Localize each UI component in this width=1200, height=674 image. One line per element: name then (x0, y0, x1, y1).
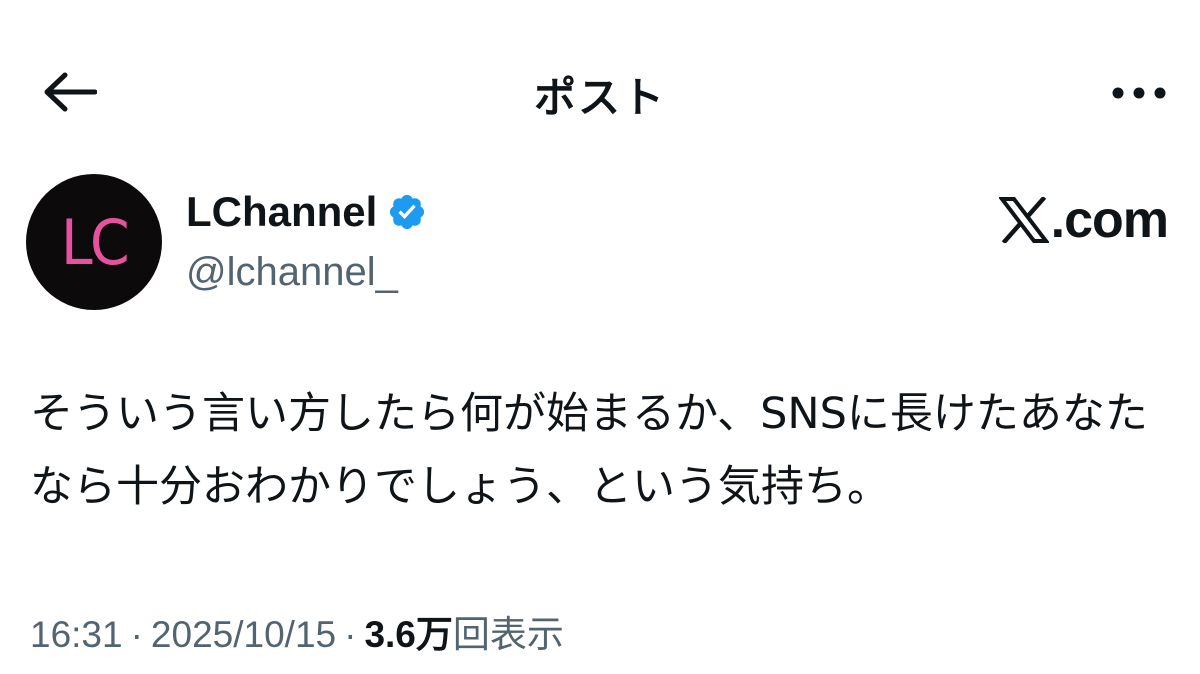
watermark-text: .com (1050, 191, 1169, 249)
verified-badge-icon (390, 194, 425, 230)
name-row: LChannel (186, 188, 427, 236)
views-label: 回表示 (452, 614, 564, 655)
x-logo-icon (998, 197, 1049, 243)
more-horizontal-icon (1112, 87, 1166, 99)
meta-separator: · (344, 614, 357, 655)
post-text: そういう言い方したら何が始まるか、SNSに長けたあなたなら十分おわかりでしょう、… (30, 389, 1148, 512)
top-bar: ポスト (0, 40, 1200, 140)
post-metadata: 16:31 · 2025/10/15 · 3.6万回表示 (30, 604, 564, 658)
avatar-initials: LC (60, 205, 130, 279)
post-time[interactable]: 16:31 (30, 614, 123, 655)
page-title: ポスト (533, 73, 666, 122)
views-count[interactable]: 3.6万 (364, 614, 452, 655)
avatar[interactable]: LC (26, 174, 162, 310)
user-handle[interactable]: @lchannel_ (186, 250, 398, 295)
post-detail-screen: ポスト LC LChannel @lchannel_ .com そういう言い方し… (0, 0, 1200, 674)
meta-separator: · (130, 614, 143, 655)
more-options-button[interactable] (1104, 68, 1174, 118)
post-date[interactable]: 2025/10/15 (151, 614, 336, 655)
xcom-watermark: .com (998, 190, 1169, 250)
display-name[interactable]: LChannel (186, 188, 377, 236)
